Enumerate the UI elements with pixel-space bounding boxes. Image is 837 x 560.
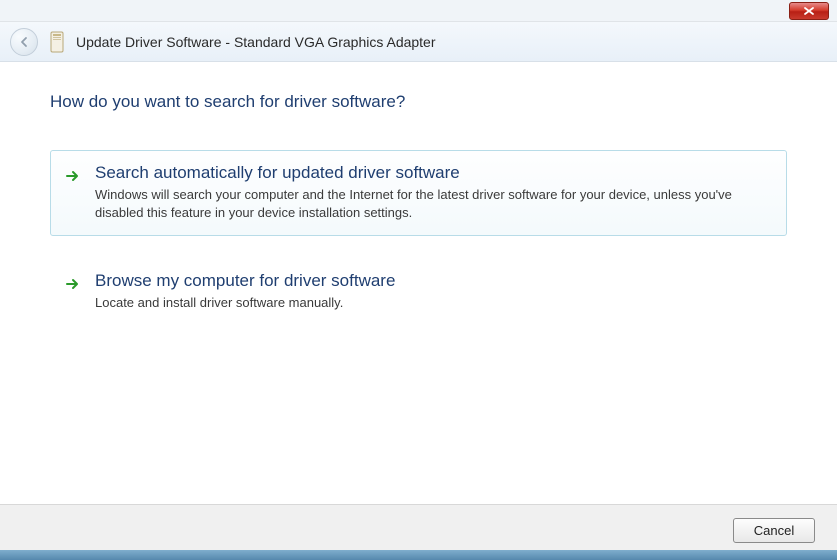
main-heading: How do you want to search for driver sof…	[50, 92, 787, 112]
option-title: Search automatically for updated driver …	[95, 163, 772, 183]
option-description: Windows will search your computer and th…	[95, 186, 772, 221]
back-button[interactable]	[10, 28, 38, 56]
option-search-automatically[interactable]: Search automatically for updated driver …	[50, 150, 787, 236]
option-description: Locate and install driver software manua…	[95, 294, 772, 312]
close-button[interactable]	[789, 2, 829, 20]
option-body: Browse my computer for driver software L…	[95, 271, 772, 312]
device-icon	[48, 30, 66, 54]
cancel-button[interactable]: Cancel	[733, 518, 815, 543]
close-icon	[802, 6, 816, 16]
arrow-left-icon	[17, 35, 31, 49]
arrow-right-icon	[65, 163, 83, 221]
window-title: Update Driver Software - Standard VGA Gr…	[76, 34, 436, 50]
arrow-right-icon	[65, 271, 83, 312]
bottom-border	[0, 550, 837, 560]
footer-bar: Cancel	[0, 504, 837, 556]
content-area: How do you want to search for driver sof…	[0, 62, 837, 494]
option-body: Search automatically for updated driver …	[95, 163, 772, 221]
option-browse-computer[interactable]: Browse my computer for driver software L…	[50, 258, 787, 327]
header-bar: Update Driver Software - Standard VGA Gr…	[0, 22, 837, 62]
option-title: Browse my computer for driver software	[95, 271, 772, 291]
title-bar	[0, 0, 837, 22]
